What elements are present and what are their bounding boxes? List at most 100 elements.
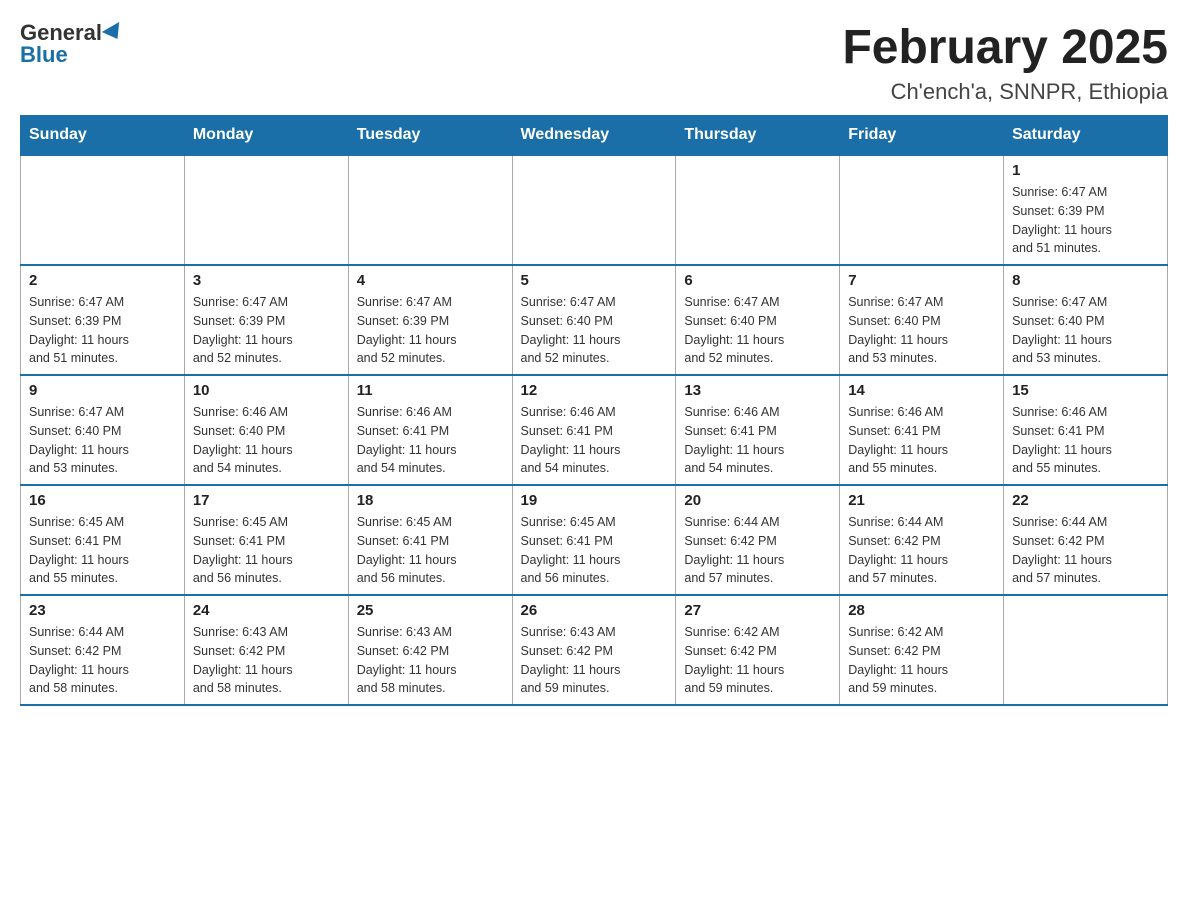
calendar-cell: 24 Sunrise: 6:43 AM Sunset: 6:42 PM Dayli… xyxy=(184,595,348,705)
calendar-cell xyxy=(512,155,676,265)
logo-arrow-icon xyxy=(102,22,126,44)
day-info: Sunrise: 6:45 AM Sunset: 6:41 PM Dayligh… xyxy=(193,513,340,588)
calendar-cell: 27 Sunrise: 6:42 AM Sunset: 6:42 PM Dayli… xyxy=(676,595,840,705)
calendar-day-header: Sunday xyxy=(21,116,185,156)
calendar-cell: 13 Sunrise: 6:46 AM Sunset: 6:41 PM Dayli… xyxy=(676,375,840,485)
day-info: Sunrise: 6:45 AM Sunset: 6:41 PM Dayligh… xyxy=(357,513,504,588)
day-number: 1 xyxy=(1012,162,1159,179)
day-number: 2 xyxy=(29,272,176,289)
calendar-week-row: 23 Sunrise: 6:44 AM Sunset: 6:42 PM Dayli… xyxy=(21,595,1168,705)
day-info: Sunrise: 6:45 AM Sunset: 6:41 PM Dayligh… xyxy=(521,513,668,588)
day-info: Sunrise: 6:46 AM Sunset: 6:40 PM Dayligh… xyxy=(193,403,340,478)
day-number: 20 xyxy=(684,492,831,509)
day-number: 10 xyxy=(193,382,340,399)
day-info: Sunrise: 6:47 AM Sunset: 6:40 PM Dayligh… xyxy=(848,293,995,368)
calendar-cell: 3 Sunrise: 6:47 AM Sunset: 6:39 PM Daylig… xyxy=(184,265,348,375)
calendar-day-header: Monday xyxy=(184,116,348,156)
day-number: 22 xyxy=(1012,492,1159,509)
day-info: Sunrise: 6:43 AM Sunset: 6:42 PM Dayligh… xyxy=(193,623,340,698)
day-number: 18 xyxy=(357,492,504,509)
calendar-cell: 1 Sunrise: 6:47 AM Sunset: 6:39 PM Daylig… xyxy=(1004,155,1168,265)
day-number: 12 xyxy=(521,382,668,399)
calendar-cell: 11Sunrise: 6:46 AM Sunset: 6:41 PM Dayli… xyxy=(348,375,512,485)
calendar-week-row: 2 Sunrise: 6:47 AM Sunset: 6:39 PM Daylig… xyxy=(21,265,1168,375)
logo-blue: Blue xyxy=(20,42,68,68)
day-info: Sunrise: 6:44 AM Sunset: 6:42 PM Dayligh… xyxy=(29,623,176,698)
calendar-cell: 10 Sunrise: 6:46 AM Sunset: 6:40 PM Dayli… xyxy=(184,375,348,485)
day-info: Sunrise: 6:47 AM Sunset: 6:39 PM Dayligh… xyxy=(1012,183,1159,258)
calendar-week-row: 1 Sunrise: 6:47 AM Sunset: 6:39 PM Daylig… xyxy=(21,155,1168,265)
calendar-cell: 26 Sunrise: 6:43 AM Sunset: 6:42 PM Dayli… xyxy=(512,595,676,705)
calendar-cell: 12 Sunrise: 6:46 AM Sunset: 6:41 PM Dayli… xyxy=(512,375,676,485)
page-header: General Blue February 2025 Ch'ench'a, SN… xyxy=(20,20,1168,105)
day-number: 27 xyxy=(684,602,831,619)
day-number: 8 xyxy=(1012,272,1159,289)
day-info: Sunrise: 6:47 AM Sunset: 6:39 PM Dayligh… xyxy=(29,293,176,368)
calendar-cell: 22 Sunrise: 6:44 AM Sunset: 6:42 PM Dayli… xyxy=(1004,485,1168,595)
calendar-day-header: Tuesday xyxy=(348,116,512,156)
calendar-cell xyxy=(184,155,348,265)
day-info: Sunrise: 6:42 AM Sunset: 6:42 PM Dayligh… xyxy=(684,623,831,698)
calendar-cell: 25 Sunrise: 6:43 AM Sunset: 6:42 PM Dayli… xyxy=(348,595,512,705)
calendar-cell: 23 Sunrise: 6:44 AM Sunset: 6:42 PM Dayli… xyxy=(21,595,185,705)
calendar-cell: 4Sunrise: 6:47 AM Sunset: 6:39 PM Daylig… xyxy=(348,265,512,375)
calendar-cell: 9Sunrise: 6:47 AM Sunset: 6:40 PM Daylig… xyxy=(21,375,185,485)
calendar-cell: 16 Sunrise: 6:45 AM Sunset: 6:41 PM Dayli… xyxy=(21,485,185,595)
calendar-cell xyxy=(840,155,1004,265)
calendar-cell: 15Sunrise: 6:46 AM Sunset: 6:41 PM Dayli… xyxy=(1004,375,1168,485)
day-number: 9 xyxy=(29,382,176,399)
day-info: Sunrise: 6:43 AM Sunset: 6:42 PM Dayligh… xyxy=(357,623,504,698)
day-info: Sunrise: 6:44 AM Sunset: 6:42 PM Dayligh… xyxy=(684,513,831,588)
day-info: Sunrise: 6:46 AM Sunset: 6:41 PM Dayligh… xyxy=(521,403,668,478)
day-info: Sunrise: 6:47 AM Sunset: 6:39 PM Dayligh… xyxy=(193,293,340,368)
calendar-cell: 7Sunrise: 6:47 AM Sunset: 6:40 PM Daylig… xyxy=(840,265,1004,375)
day-number: 28 xyxy=(848,602,995,619)
calendar-day-header: Wednesday xyxy=(512,116,676,156)
day-number: 24 xyxy=(193,602,340,619)
calendar-cell xyxy=(676,155,840,265)
month-title: February 2025 xyxy=(842,20,1168,75)
day-number: 13 xyxy=(684,382,831,399)
day-info: Sunrise: 6:47 AM Sunset: 6:40 PM Dayligh… xyxy=(684,293,831,368)
calendar-table: SundayMondayTuesdayWednesdayThursdayFrid… xyxy=(20,115,1168,706)
title-area: February 2025 Ch'ench'a, SNNPR, Ethiopia xyxy=(842,20,1168,105)
calendar-cell: 18 Sunrise: 6:45 AM Sunset: 6:41 PM Dayli… xyxy=(348,485,512,595)
calendar-cell: 8Sunrise: 6:47 AM Sunset: 6:40 PM Daylig… xyxy=(1004,265,1168,375)
calendar-cell: 14 Sunrise: 6:46 AM Sunset: 6:41 PM Dayli… xyxy=(840,375,1004,485)
calendar-day-header: Thursday xyxy=(676,116,840,156)
day-info: Sunrise: 6:45 AM Sunset: 6:41 PM Dayligh… xyxy=(29,513,176,588)
calendar-cell: 6 Sunrise: 6:47 AM Sunset: 6:40 PM Daylig… xyxy=(676,265,840,375)
calendar-header-row: SundayMondayTuesdayWednesdayThursdayFrid… xyxy=(21,116,1168,156)
day-number: 23 xyxy=(29,602,176,619)
day-info: Sunrise: 6:46 AM Sunset: 6:41 PM Dayligh… xyxy=(684,403,831,478)
day-info: Sunrise: 6:46 AM Sunset: 6:41 PM Dayligh… xyxy=(848,403,995,478)
calendar-cell xyxy=(348,155,512,265)
day-info: Sunrise: 6:43 AM Sunset: 6:42 PM Dayligh… xyxy=(521,623,668,698)
day-number: 5 xyxy=(521,272,668,289)
calendar-cell: 28 Sunrise: 6:42 AM Sunset: 6:42 PM Dayli… xyxy=(840,595,1004,705)
calendar-cell xyxy=(1004,595,1168,705)
day-number: 3 xyxy=(193,272,340,289)
day-info: Sunrise: 6:42 AM Sunset: 6:42 PM Dayligh… xyxy=(848,623,995,698)
day-info: Sunrise: 6:44 AM Sunset: 6:42 PM Dayligh… xyxy=(1012,513,1159,588)
day-info: Sunrise: 6:46 AM Sunset: 6:41 PM Dayligh… xyxy=(1012,403,1159,478)
day-number: 11 xyxy=(357,382,504,399)
day-number: 19 xyxy=(521,492,668,509)
logo: General Blue xyxy=(20,20,124,68)
day-number: 16 xyxy=(29,492,176,509)
calendar-day-header: Friday xyxy=(840,116,1004,156)
day-number: 14 xyxy=(848,382,995,399)
day-number: 26 xyxy=(521,602,668,619)
day-number: 25 xyxy=(357,602,504,619)
day-number: 21 xyxy=(848,492,995,509)
calendar-cell: 20 Sunrise: 6:44 AM Sunset: 6:42 PM Dayli… xyxy=(676,485,840,595)
day-number: 6 xyxy=(684,272,831,289)
calendar-day-header: Saturday xyxy=(1004,116,1168,156)
calendar-week-row: 16 Sunrise: 6:45 AM Sunset: 6:41 PM Dayli… xyxy=(21,485,1168,595)
calendar-week-row: 9Sunrise: 6:47 AM Sunset: 6:40 PM Daylig… xyxy=(21,375,1168,485)
calendar-cell: 17 Sunrise: 6:45 AM Sunset: 6:41 PM Dayli… xyxy=(184,485,348,595)
day-info: Sunrise: 6:47 AM Sunset: 6:40 PM Dayligh… xyxy=(521,293,668,368)
day-number: 17 xyxy=(193,492,340,509)
calendar-cell: 21Sunrise: 6:44 AM Sunset: 6:42 PM Dayli… xyxy=(840,485,1004,595)
calendar-cell xyxy=(21,155,185,265)
